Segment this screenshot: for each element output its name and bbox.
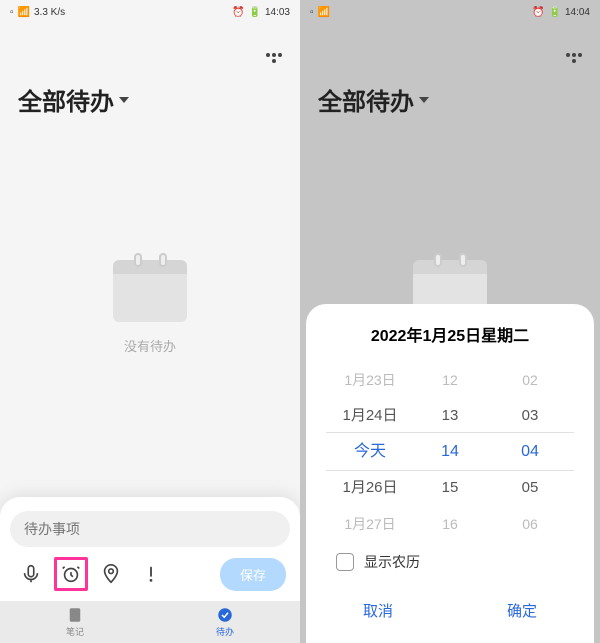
clock: 14:03 xyxy=(265,7,290,18)
page-title-text: 全部待办 xyxy=(18,82,114,117)
reminder-button[interactable] xyxy=(54,557,88,591)
status-bar: ▫ 📶 ⏰ 🔋 14:04 xyxy=(300,0,600,24)
bottom-nav: 笔记 待办 xyxy=(0,601,300,643)
picker-item[interactable]: 1月23日 xyxy=(344,362,395,398)
netspeed: 3.3 K/s xyxy=(34,7,65,18)
picker-item-selected[interactable]: 04 xyxy=(521,434,539,470)
status-left: ▫ 📶 xyxy=(310,7,330,18)
hd-icon: ▫ xyxy=(10,7,14,18)
battery-icon: 🔋 xyxy=(249,7,261,18)
todo-input-panel: 保存 xyxy=(0,497,300,601)
lunar-checkbox[interactable] xyxy=(336,553,354,571)
picker-item[interactable]: 15 xyxy=(442,470,459,506)
todo-input[interactable] xyxy=(10,511,290,547)
nav-todo-label: 待办 xyxy=(216,625,234,638)
signal-icon: 📶 xyxy=(318,7,330,18)
overflow-menu-button[interactable] xyxy=(264,48,284,68)
status-right: ⏰ 🔋 14:03 xyxy=(232,7,290,18)
picker-item[interactable]: 1月26日 xyxy=(342,470,397,506)
picker-item-selected[interactable]: 今天 xyxy=(354,434,386,470)
picker-title: 2022年1月25日星期二 xyxy=(306,322,594,346)
status-bar: ▫ 📶 3.3 K/s ⏰ 🔋 14:03 xyxy=(0,0,300,24)
picker-item[interactable]: 05 xyxy=(522,470,539,506)
signal-icon: 📶 xyxy=(18,7,30,18)
nav-notes[interactable]: 笔记 xyxy=(0,601,150,643)
nav-notes-label: 笔记 xyxy=(66,625,84,638)
empty-state: 没有待办 xyxy=(113,260,187,355)
voice-button[interactable] xyxy=(14,557,48,591)
picker-item[interactable]: 03 xyxy=(522,398,539,434)
input-actions: 保存 xyxy=(10,557,290,591)
page-title-dropdown[interactable]: 全部待办 xyxy=(318,82,429,117)
alarm-icon: ⏰ xyxy=(532,7,544,18)
picker-item[interactable]: 13 xyxy=(442,398,459,434)
picker-item-selected[interactable]: 14 xyxy=(441,434,459,470)
save-button[interactable]: 保存 xyxy=(220,558,286,591)
date-picker-sheet: 2022年1月25日星期二 1月23日 1月24日 今天 1月26日 1月27日… xyxy=(306,304,594,643)
picker-item[interactable]: 02 xyxy=(522,362,538,398)
picker-actions: 取消 确定 xyxy=(306,588,594,629)
clock: 14:04 xyxy=(565,7,590,18)
priority-button[interactable] xyxy=(134,557,168,591)
date-column[interactable]: 1月23日 1月24日 今天 1月26日 1月27日 xyxy=(330,362,410,542)
overflow-menu-button[interactable] xyxy=(564,48,584,68)
minute-column[interactable]: 02 03 04 05 06 xyxy=(490,362,570,542)
battery-icon: 🔋 xyxy=(549,7,561,18)
hd-icon: ▫ xyxy=(310,7,314,18)
picker-item[interactable]: 1月24日 xyxy=(342,398,397,434)
lunar-toggle-row[interactable]: 显示农历 xyxy=(306,542,594,588)
page-title-text: 全部待办 xyxy=(318,82,414,117)
status-left: ▫ 📶 3.3 K/s xyxy=(10,7,65,18)
picker-columns[interactable]: 1月23日 1月24日 今天 1月26日 1月27日 12 13 14 15 1… xyxy=(306,362,594,542)
picker-item[interactable]: 1月27日 xyxy=(344,506,395,542)
screen-todo-list: ▫ 📶 3.3 K/s ⏰ 🔋 14:03 全部待办 没有待办 xyxy=(0,0,300,643)
calendar-empty-icon xyxy=(113,260,187,322)
alarm-icon: ⏰ xyxy=(232,7,244,18)
picker-item[interactable]: 06 xyxy=(522,506,538,542)
status-right: ⏰ 🔋 14:04 xyxy=(532,7,590,18)
cancel-button[interactable]: 取消 xyxy=(306,592,450,629)
lunar-label: 显示农历 xyxy=(364,552,420,572)
picker-item[interactable]: 16 xyxy=(442,506,458,542)
confirm-button[interactable]: 确定 xyxy=(450,592,594,629)
page-title-dropdown[interactable]: 全部待办 xyxy=(18,82,129,117)
empty-text: 没有待办 xyxy=(113,336,187,355)
location-button[interactable] xyxy=(94,557,128,591)
screen-date-picker: ▫ 📶 ⏰ 🔋 14:04 全部待办 2022年1月25日星期二 1月23日 1… xyxy=(300,0,600,643)
nav-todo[interactable]: 待办 xyxy=(150,601,300,643)
hour-column[interactable]: 12 13 14 15 16 xyxy=(410,362,490,542)
picker-item[interactable]: 12 xyxy=(442,362,458,398)
